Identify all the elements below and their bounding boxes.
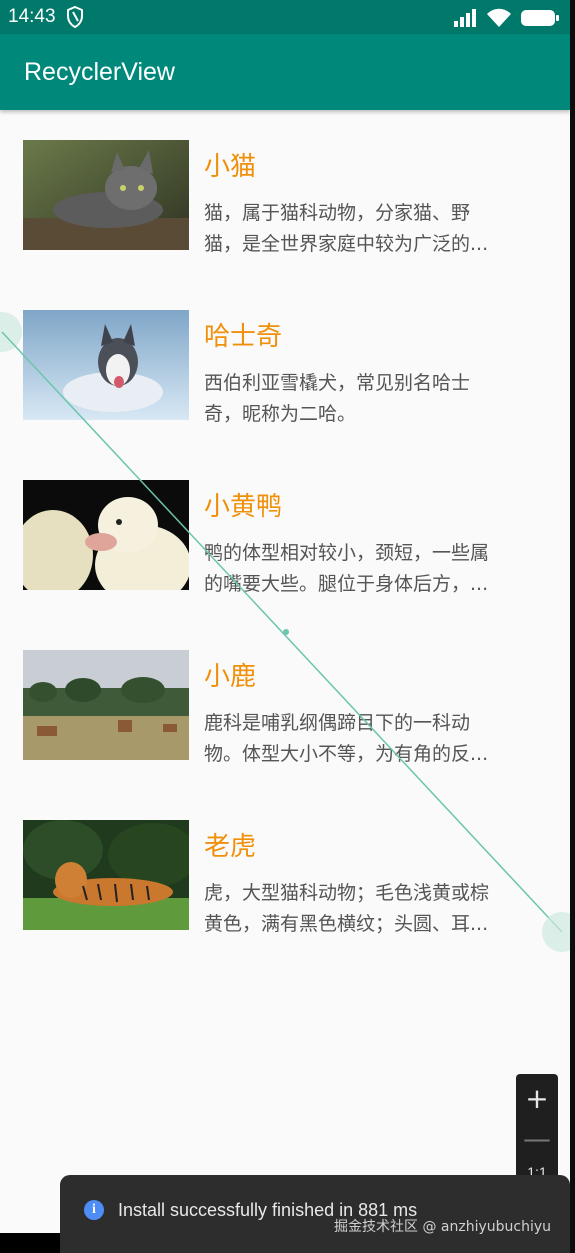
item-description: 虎，大型猫科动物；毛色浅黄或棕 黄色，满有黑色横纹；头圆、耳... [204, 878, 534, 940]
tiger-photo [23, 820, 189, 930]
item-description-line: 奇，昵称为二哈。 [204, 403, 357, 425]
info-icon: i [84, 1200, 104, 1220]
toast-notification: i Install successfully finished in 881 m… [60, 1175, 570, 1253]
item-description-line: 猫，是全世界家庭中较为广泛的... [204, 233, 489, 255]
item-description: 鹿科是哺乳纲偶蹄目下的一科动 物。体型大小不等，为有角的反... [204, 708, 534, 770]
status-time: 14:43 [8, 6, 56, 27]
status-icons [454, 8, 560, 32]
zoom-out-button[interactable]: — [516, 1118, 558, 1158]
item-title: 小黄鸭 [204, 492, 283, 522]
item-description-line: 西伯利亚雪橇犬，常见别名哈士 [204, 372, 471, 394]
status-bar: 14:43 [0, 0, 570, 34]
item-title: 哈士奇 [204, 322, 283, 352]
battery-icon [520, 8, 560, 32]
item-description-line: 虎，大型猫科动物；毛色浅黄或棕 [204, 882, 490, 904]
shield-icon [66, 5, 84, 32]
item-description: 猫，属于猫科动物，分家猫、野 猫，是全世界家庭中较为广泛的... [204, 198, 534, 260]
list-item[interactable]: 哈士奇 西伯利亚雪橇犬，常见别名哈士 奇，昵称为二哈。 [0, 280, 570, 450]
item-title: 老虎 [204, 832, 257, 862]
kitten-photo [23, 140, 189, 250]
item-description-line: 猫，属于猫科动物，分家猫、野 [204, 202, 471, 224]
husky-photo [23, 310, 189, 420]
watermark: 掘金技术社区 @ anzhiyubuchiyu [334, 1219, 551, 1235]
bottom-bar [0, 1233, 60, 1253]
item-description-line: 的嘴要大些。腿位于身体后方，... [204, 573, 489, 595]
item-title: 小鹿 [204, 662, 257, 692]
item-description-line: 鸭的体型相对较小，颈短，一些属 [204, 542, 490, 564]
window-edge [570, 0, 575, 1253]
list-item[interactable]: 小黄鸭 鸭的体型相对较小，颈短，一些属 的嘴要大些。腿位于身体后方，... [0, 450, 570, 620]
page-title: RecyclerView [24, 58, 175, 86]
list-item[interactable]: 小鹿 鹿科是哺乳纲偶蹄目下的一科动 物。体型大小不等，为有角的反... [0, 620, 570, 790]
wifi-icon [486, 8, 512, 32]
item-title: 小猫 [204, 152, 257, 182]
item-description: 西伯利亚雪橇犬，常见别名哈士 奇，昵称为二哈。 [204, 368, 534, 430]
app-bar: RecyclerView [0, 34, 570, 110]
zoom-in-button[interactable]: + [516, 1078, 558, 1118]
item-description: 鸭的体型相对较小，颈短，一些属 的嘴要大些。腿位于身体后方，... [204, 538, 534, 600]
item-description-line: 鹿科是哺乳纲偶蹄目下的一科动 [204, 712, 471, 734]
app-screen: 14:43 RecyclerView 小猫 猫，属于猫科动物，分家猫、野 猫，是… [0, 0, 570, 1253]
list-item[interactable]: 小猫 猫，属于猫科动物，分家猫、野 猫，是全世界家庭中较为广泛的... [0, 110, 570, 280]
list-item[interactable]: 老虎 虎，大型猫科动物；毛色浅黄或棕 黄色，满有黑色横纹；头圆、耳... [0, 790, 570, 960]
item-description-line: 黄色，满有黑色横纹；头圆、耳... [204, 913, 489, 935]
signal-icon [454, 9, 478, 31]
deer-photo [23, 650, 189, 760]
item-description-line: 物。体型大小不等，为有角的反... [204, 743, 489, 765]
duckling-photo [23, 480, 189, 590]
